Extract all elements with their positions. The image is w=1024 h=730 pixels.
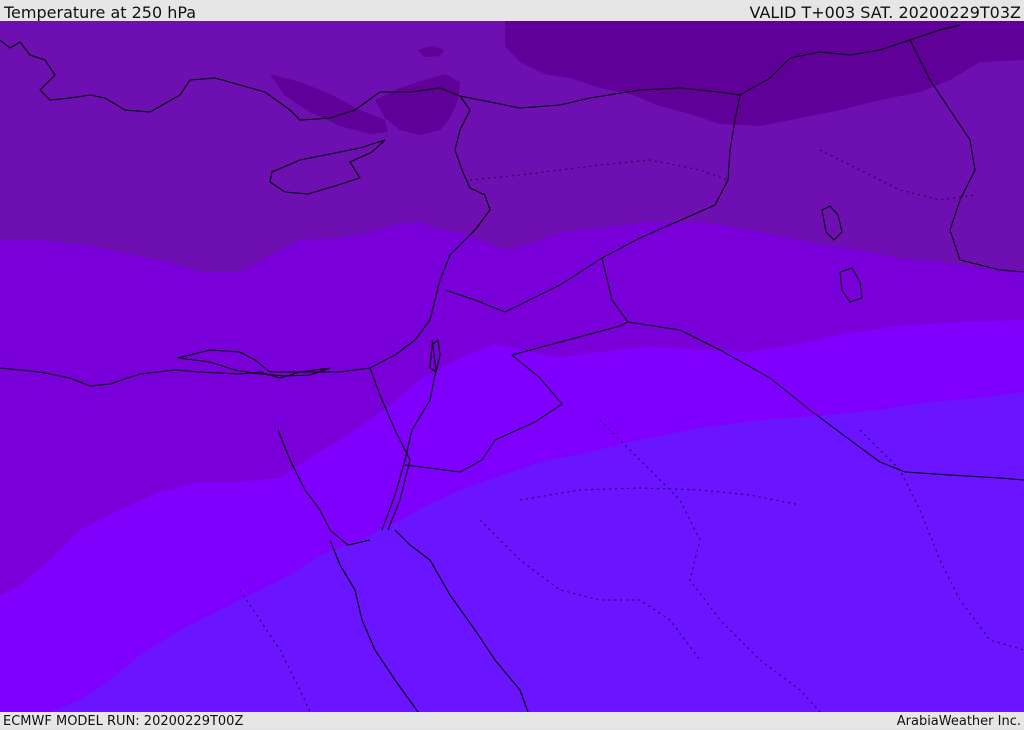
credit: ArabiaWeather Inc. [896, 714, 1021, 729]
footer-bar: ECMWF MODEL RUN: 20200229T00Z ArabiaWeat… [0, 712, 1024, 729]
map-canvas [0, 21, 1024, 712]
map-title: Temperature at 250 hPa [4, 3, 197, 22]
model-run: ECMWF MODEL RUN: 20200229T00Z [3, 714, 244, 729]
header-bar: Temperature at 250 hPa VALID T+003 SAT. … [0, 0, 1024, 22]
temperature-map[interactable] [0, 21, 1024, 712]
valid-time: VALID T+003 SAT. 20200229T03Z [749, 3, 1021, 22]
